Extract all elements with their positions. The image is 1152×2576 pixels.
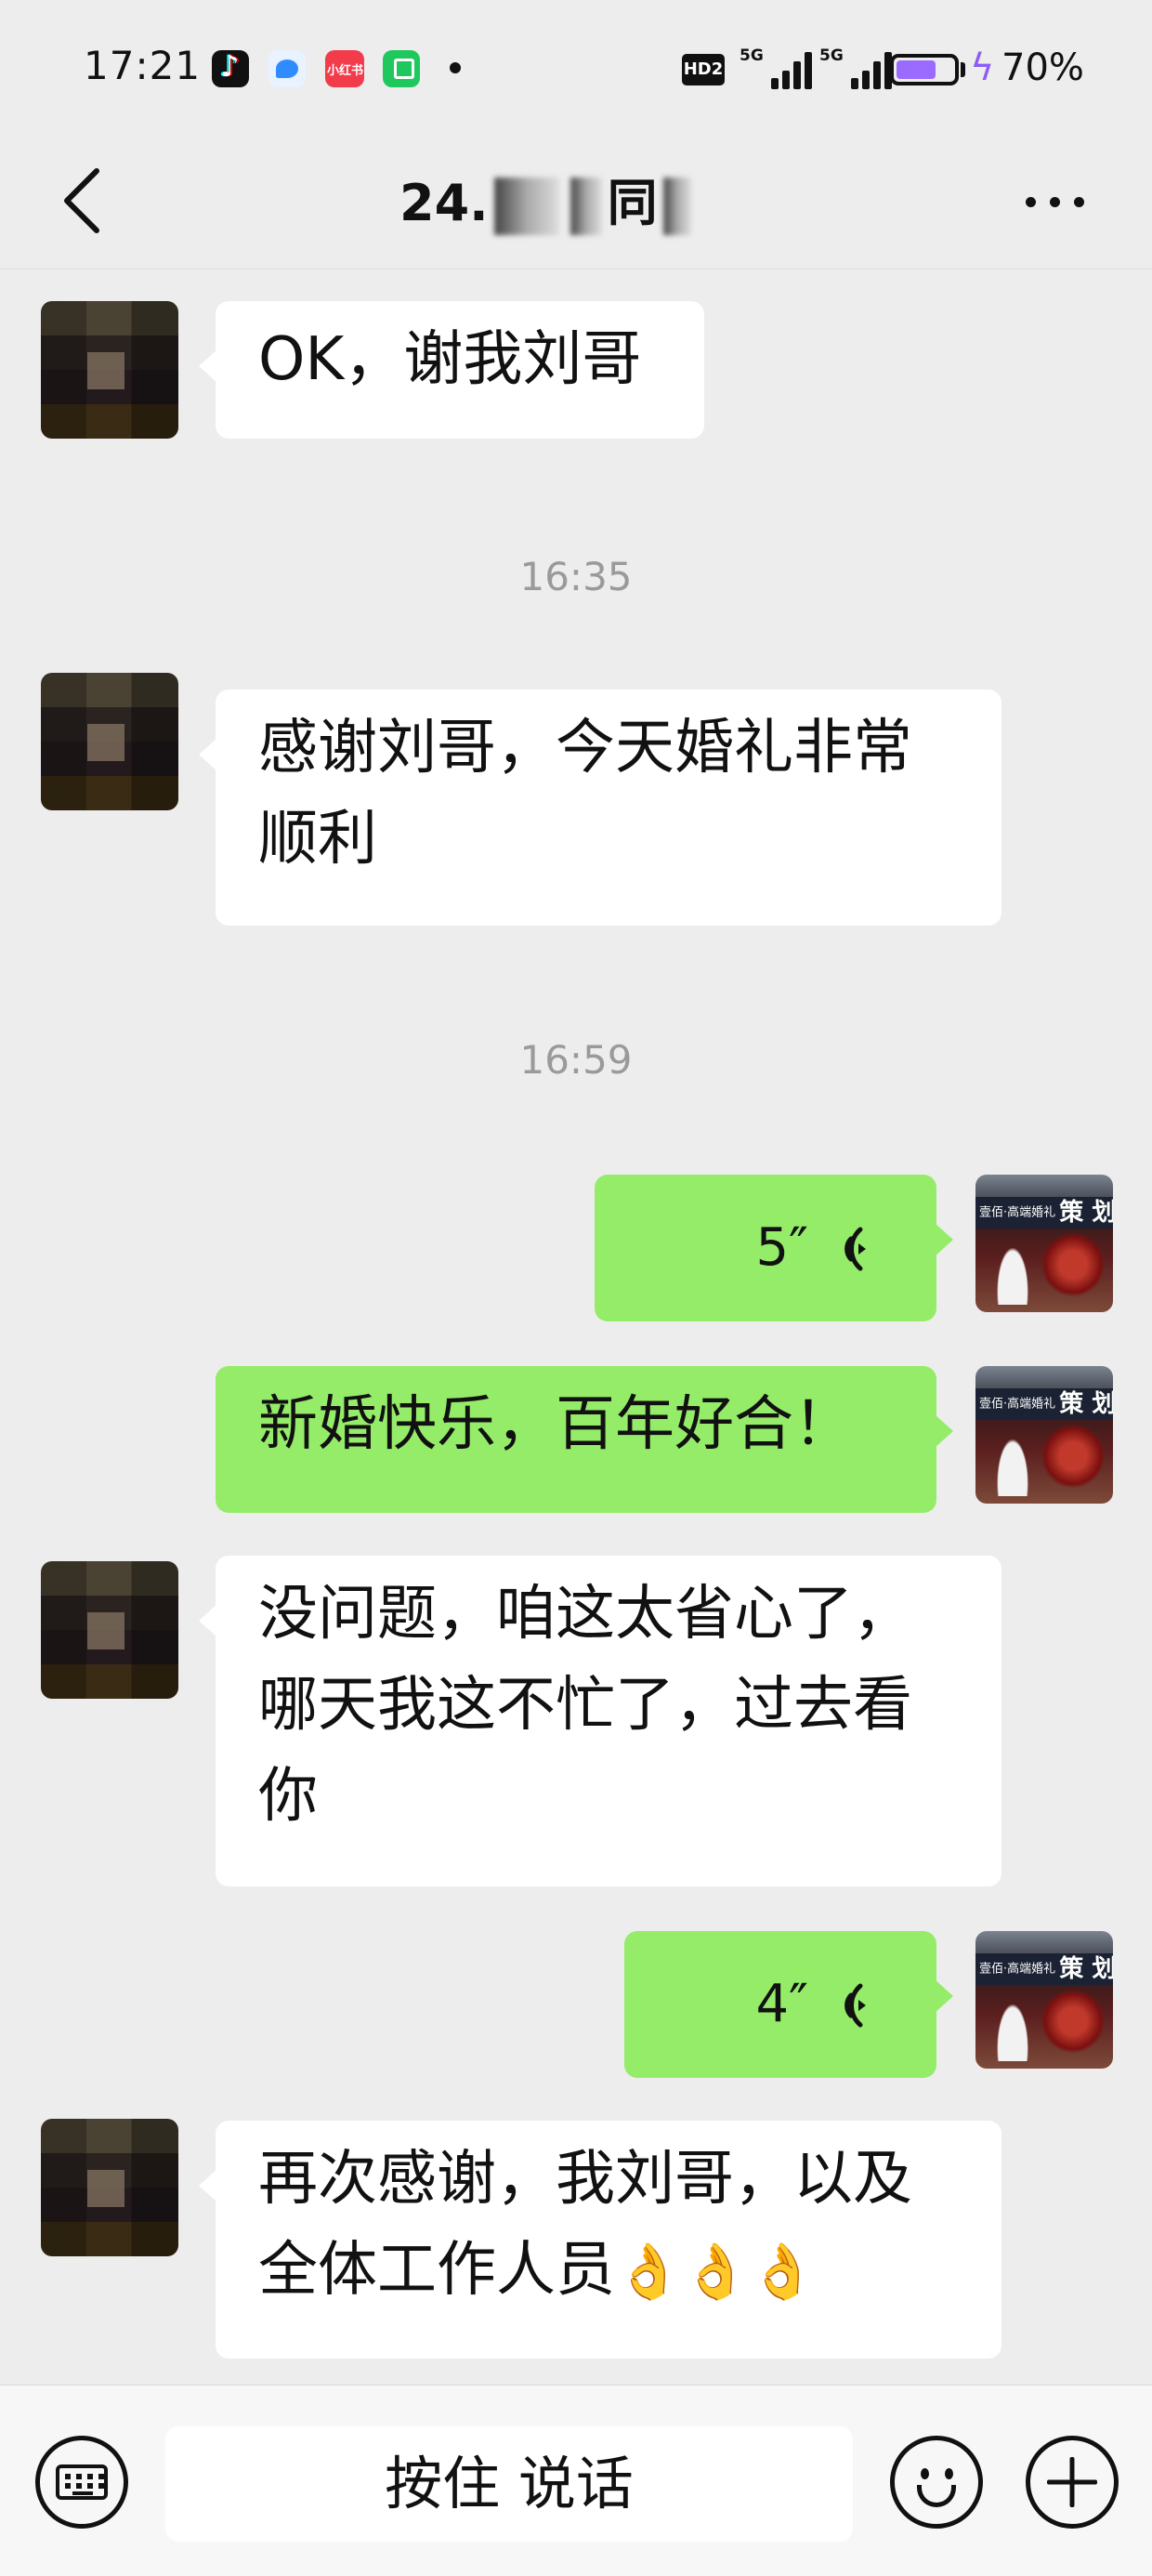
redacted-blur bbox=[662, 177, 691, 236]
message-bubble[interactable]: 没问题，咱这太省心了， 哪天我这不忙了，过去看 你 bbox=[199, 1556, 1001, 1886]
chat-title-suffix: 同 bbox=[607, 174, 658, 232]
message-text-line: 哪天我这不忙了，过去看 bbox=[258, 1671, 912, 1740]
battery-cap bbox=[961, 62, 965, 77]
chevron-left-icon[interactable] bbox=[56, 164, 111, 238]
peer-avatar[interactable] bbox=[41, 301, 178, 439]
self-avatar[interactable]: 壹佰·高端婚礼 策 划 bbox=[975, 1175, 1113, 1312]
keyboard-icon[interactable] bbox=[35, 2436, 128, 2529]
status-bar: 17:21 小红书 HD2 5G 5G ϟ 70% bbox=[0, 0, 1152, 138]
message-text-line: 你 bbox=[258, 1762, 318, 1831]
green-app-icon bbox=[383, 50, 420, 87]
avatar-shop-sign: 壹佰·高端婚礼 策 划 bbox=[975, 1197, 1113, 1229]
signal-icon: 5G bbox=[740, 46, 812, 89]
voice-message-bubble[interactable]: 5″ bbox=[595, 1175, 953, 1321]
voice-duration: 5″ bbox=[755, 1217, 808, 1278]
xiaohongshu-label: 小红书 bbox=[327, 64, 364, 78]
message-timestamp: 16:59 bbox=[519, 1037, 633, 1083]
message-text-line: 全体工作人员 bbox=[258, 2236, 615, 2305]
message-bubble[interactable]: OK，谢我刘哥 bbox=[199, 301, 704, 439]
message-text-line: 顺利 bbox=[258, 805, 377, 874]
voice-duration: 4″ bbox=[755, 1974, 808, 2034]
battery-percent: 70% bbox=[1001, 46, 1084, 89]
message-timestamp: 16:35 bbox=[519, 554, 633, 599]
xiaohongshu-icon: 小红书 bbox=[325, 50, 364, 87]
message-text-line: 再次感谢，我刘哥，以及 bbox=[258, 2145, 912, 2214]
voice-wave-icon bbox=[829, 1217, 871, 1279]
chat-input-bar: 按住 说话 bbox=[0, 2385, 1152, 2576]
message-bubble[interactable]: 感谢刘哥，今天婚礼非常 顺利 bbox=[199, 690, 1001, 926]
more-dots-icon[interactable] bbox=[1022, 184, 1089, 221]
message-text-line: 没问题，咱这太省心了， bbox=[258, 1580, 912, 1649]
battery-icon bbox=[890, 54, 959, 85]
plus-icon[interactable] bbox=[1026, 2436, 1119, 2529]
self-avatar[interactable]: 壹佰·高端婚礼 策 划 bbox=[975, 1366, 1113, 1504]
message-bubble[interactable]: 再次感谢，我刘哥，以及 全体工作人员👌👌👌 bbox=[199, 2121, 1001, 2359]
ok-hand-emoji: 👌👌👌 bbox=[615, 2240, 817, 2303]
self-avatar[interactable]: 壹佰·高端婚礼 策 划 bbox=[975, 1931, 1113, 2069]
chat-title: 24. 同 bbox=[399, 152, 753, 255]
chat-title-prefix: 24. bbox=[399, 174, 489, 232]
smiley-icon[interactable] bbox=[890, 2436, 983, 2529]
message-text-line: 感谢刘哥，今天婚礼非常 bbox=[258, 714, 912, 782]
notification-dot-icon bbox=[450, 62, 461, 73]
voice-wave-icon bbox=[829, 1974, 871, 2035]
hold-to-talk-button[interactable]: 按住 说话 bbox=[165, 2426, 853, 2542]
message-bubble[interactable]: 新婚快乐，百年好合！ bbox=[216, 1366, 953, 1513]
bird-app-icon bbox=[268, 50, 306, 87]
hd-badge: HD2 bbox=[682, 54, 725, 85]
tiktok-icon bbox=[212, 48, 249, 87]
battery-level-fill bbox=[897, 60, 936, 79]
message-text: OK，谢我刘哥 bbox=[258, 325, 642, 394]
redacted-blur bbox=[493, 177, 559, 236]
voice-message-bubble[interactable]: 4″ bbox=[624, 1931, 953, 2078]
status-time: 17:21 bbox=[84, 43, 202, 88]
peer-avatar[interactable] bbox=[41, 673, 178, 810]
network-label: 5G bbox=[740, 46, 764, 65]
chat-header: 24. 同 bbox=[0, 138, 1152, 269]
redacted-blur bbox=[569, 177, 602, 236]
peer-avatar[interactable] bbox=[41, 1561, 178, 1699]
peer-avatar[interactable] bbox=[41, 2119, 178, 2256]
message-text: 新婚快乐，百年好合！ bbox=[258, 1390, 853, 1459]
charging-bolt-icon: ϟ bbox=[970, 46, 995, 89]
signal-icon: 5G bbox=[819, 46, 892, 89]
message-list[interactable]: OK，谢我刘哥 16:35 感谢刘哥，今天婚礼非常 顺利 16:59 5″ 壹佰… bbox=[0, 269, 1152, 2385]
network-label: 5G bbox=[819, 46, 844, 65]
